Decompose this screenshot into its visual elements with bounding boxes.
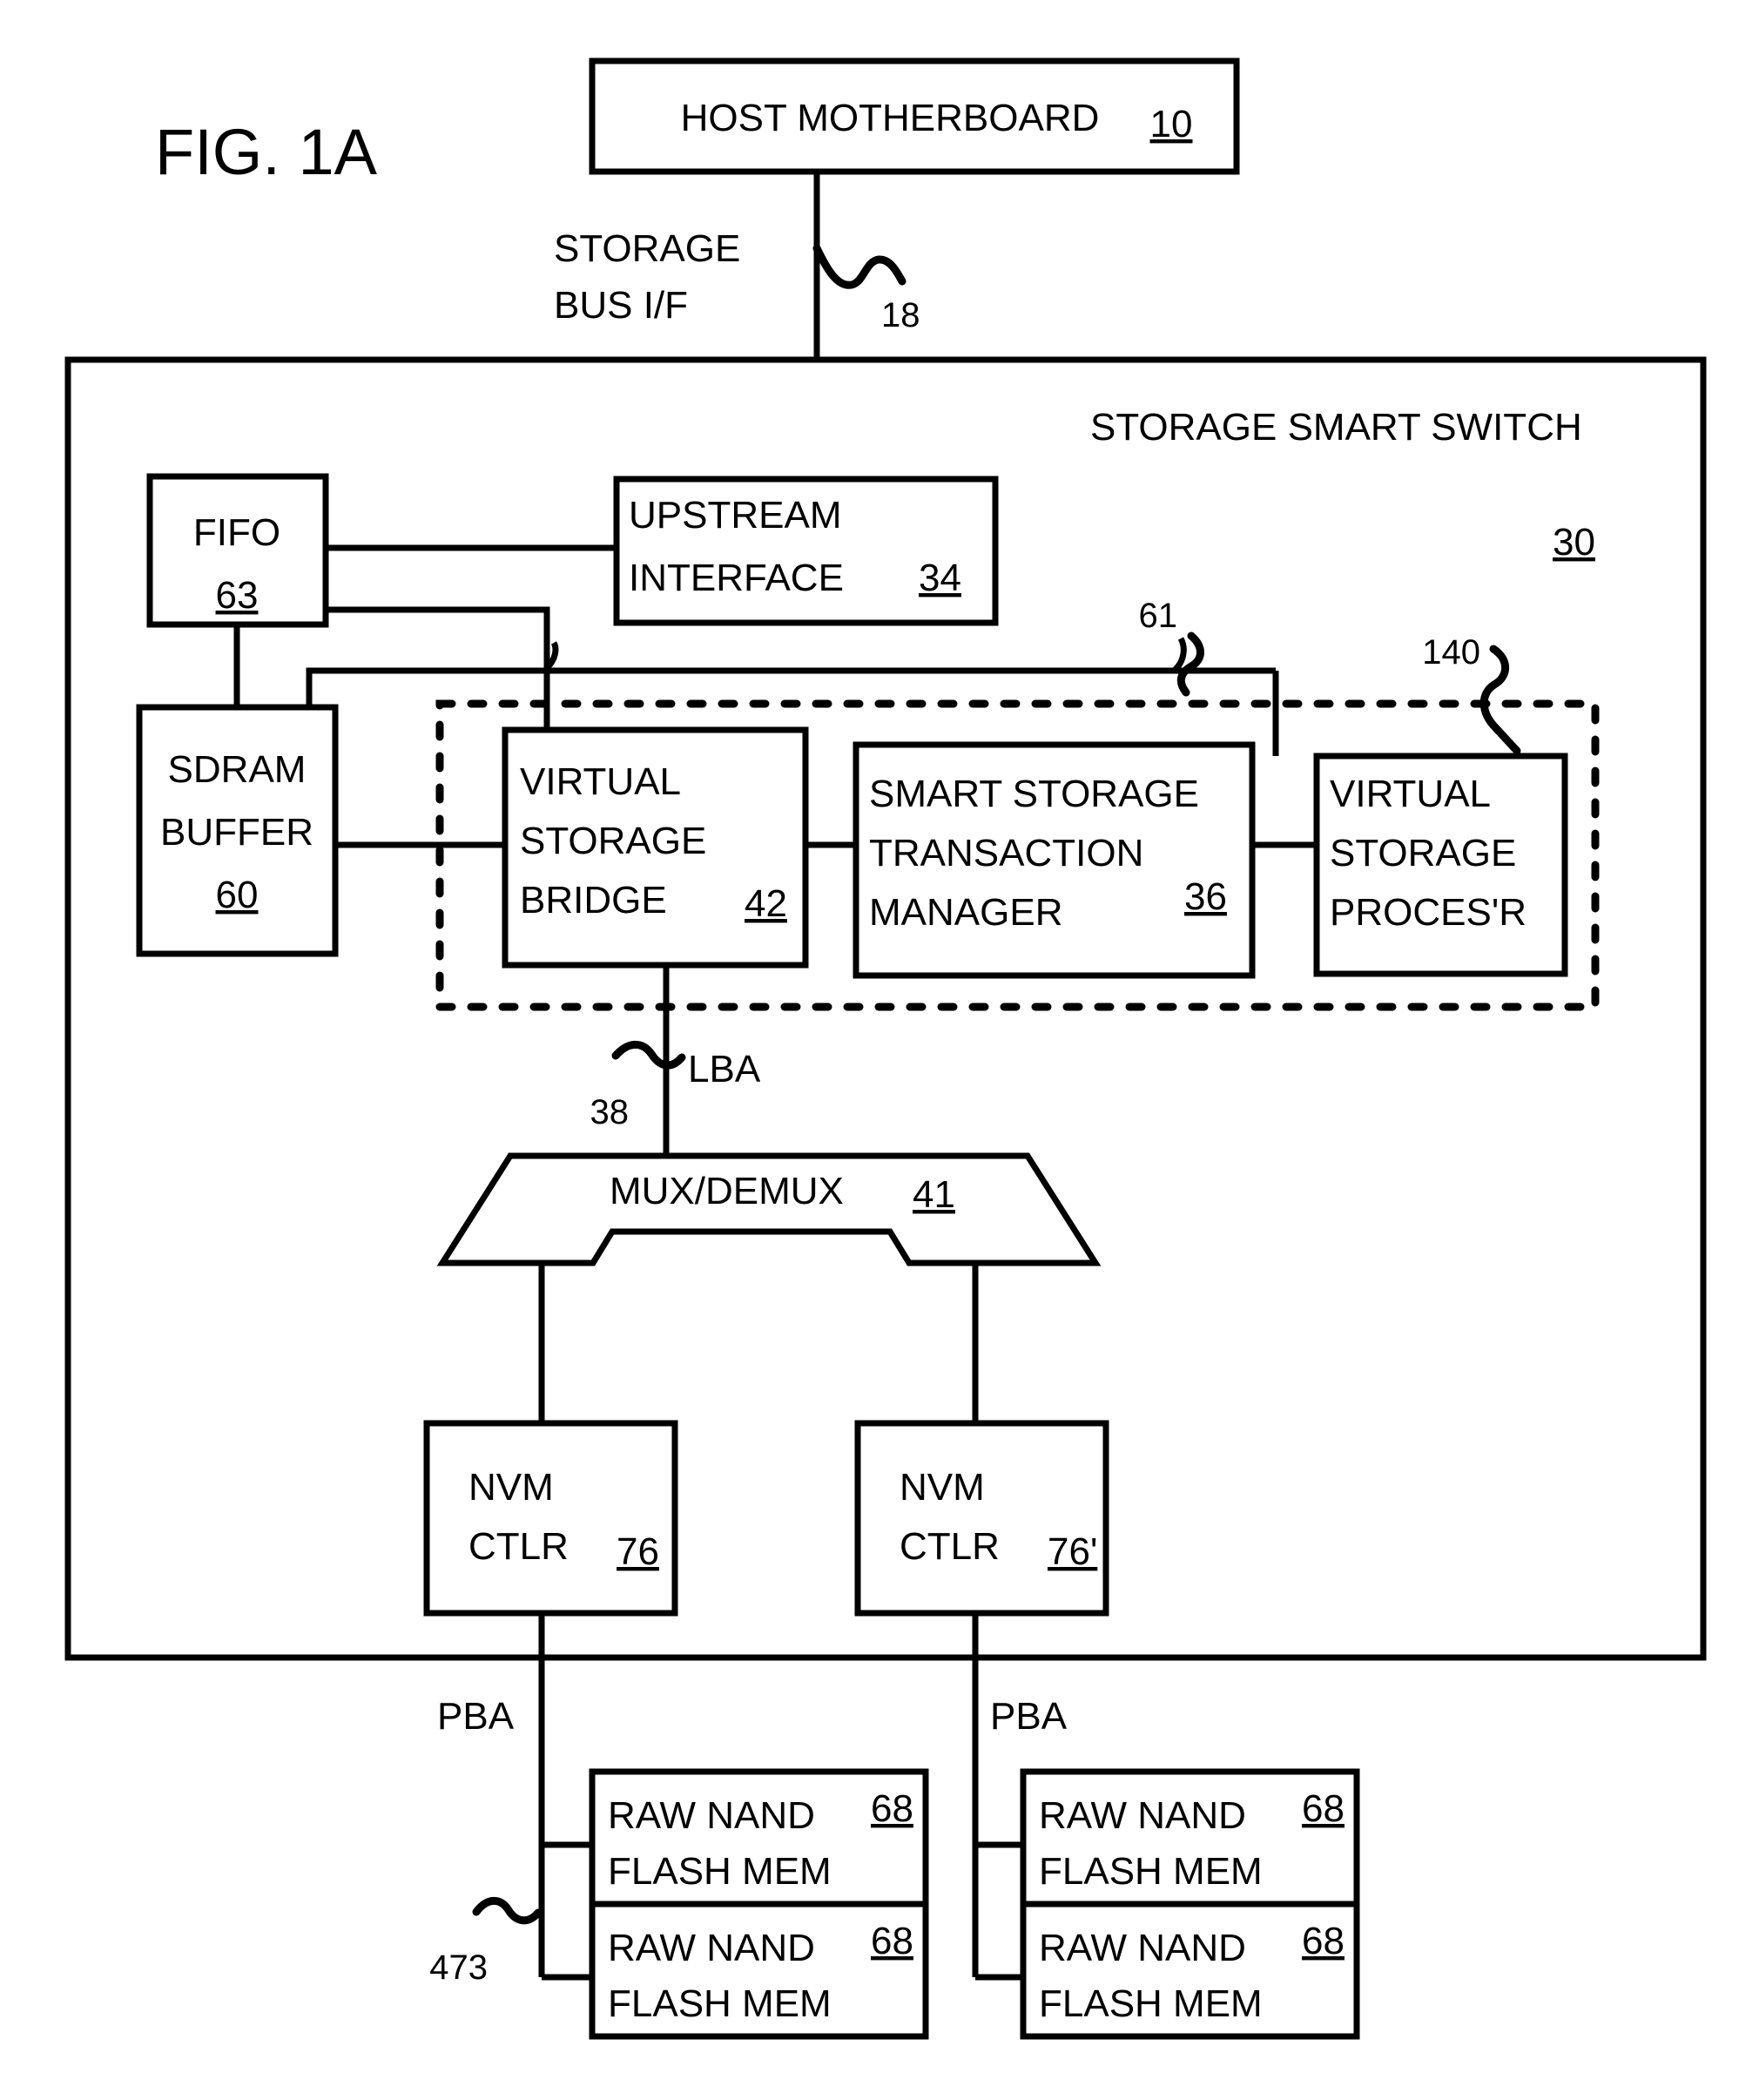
storage-smart-switch-title: STORAGE SMART SWITCH bbox=[1090, 406, 1582, 449]
sstm-line2: TRANSACTION bbox=[869, 832, 1143, 874]
figure-label: FIG. 1A bbox=[155, 116, 378, 188]
host-motherboard-title: HOST MOTHERBOARD bbox=[681, 97, 1100, 139]
nvm-ctlr-right-line1: NVM bbox=[900, 1466, 985, 1509]
nvm-ctlr-left-box bbox=[423, 1420, 678, 1617]
raw-nand-right-1-ref: 68 bbox=[1302, 1787, 1345, 1830]
storage-bus-if-label-line2: BUS I/F bbox=[554, 284, 688, 327]
nvm-ctlr-left-line2: CTLR bbox=[468, 1525, 569, 1568]
vsp-line2: STORAGE bbox=[1330, 832, 1516, 874]
raw-nand-left-2-ref: 68 bbox=[871, 1920, 913, 1962]
bus-140-label: 140 bbox=[1422, 633, 1480, 672]
sstm-line1: SMART STORAGE bbox=[869, 773, 1199, 815]
upstream-interface-line1: UPSTREAM bbox=[629, 494, 841, 537]
raw-nand-left-1-line2: FLASH MEM bbox=[608, 1850, 832, 1893]
patent-figure-page: FIG. 1A HOST MOTHERBOARD 10 STORAGE BUS … bbox=[0, 0, 1759, 2100]
raw-nand-right-2-ref: 68 bbox=[1302, 1920, 1345, 1962]
mux-demux-ref: 41 bbox=[913, 1173, 955, 1216]
bus-18-squiggle-icon bbox=[812, 244, 906, 289]
raw-nand-left-2-line1: RAW NAND bbox=[608, 1927, 815, 1969]
upstream-interface-ref: 34 bbox=[919, 557, 961, 599]
pba-left-label: PBA bbox=[437, 1695, 515, 1738]
sdram-buffer-line1: SDRAM bbox=[168, 748, 307, 791]
vsp-line3: PROCES'R bbox=[1330, 891, 1526, 934]
lba-ref-number: 38 bbox=[590, 1093, 630, 1131]
storage-bus-if-label-line1: STORAGE bbox=[554, 227, 740, 270]
upstream-interface-line2: INTERFACE bbox=[629, 557, 844, 599]
raw-nand-right-2-line2: FLASH MEM bbox=[1039, 1982, 1263, 2025]
raw-nand-left-2-line2: FLASH MEM bbox=[608, 1982, 832, 2025]
sdram-buffer-ref: 60 bbox=[216, 874, 259, 916]
sstm-line3: MANAGER bbox=[869, 891, 1062, 934]
storage-smart-switch-block-diagram: FIG. 1A HOST MOTHERBOARD 10 STORAGE BUS … bbox=[64, 57, 1707, 2040]
lba-label: LBA bbox=[688, 1048, 761, 1091]
nvm-ctlr-right-box bbox=[854, 1420, 1109, 1617]
bus-61-label: 61 bbox=[1139, 597, 1178, 635]
virtual-storage-bridge-line3: BRIDGE bbox=[520, 879, 667, 922]
raw-nand-right-1-line2: FLASH MEM bbox=[1039, 1850, 1263, 1893]
fifo-ref: 63 bbox=[216, 574, 259, 617]
virtual-storage-bridge-line2: STORAGE bbox=[520, 820, 706, 862]
nvm-ctlr-right-ref: 76' bbox=[1048, 1530, 1097, 1573]
raw-nand-right-1-line1: RAW NAND bbox=[1039, 1794, 1246, 1837]
nand-bus-473-label: 473 bbox=[429, 1948, 488, 1987]
sstm-ref: 36 bbox=[1184, 875, 1227, 918]
nvm-ctlr-left-ref: 76 bbox=[617, 1530, 659, 1573]
raw-nand-left-1-ref: 68 bbox=[871, 1787, 913, 1830]
nvm-ctlr-right-line2: CTLR bbox=[900, 1525, 1000, 1568]
nvm-ctlr-left-line1: NVM bbox=[468, 1466, 554, 1509]
raw-nand-left-1-line1: RAW NAND bbox=[608, 1794, 815, 1837]
mux-demux-title: MUX/DEMUX bbox=[610, 1170, 844, 1212]
virtual-storage-bridge-line1: VIRTUAL bbox=[520, 760, 681, 803]
virtual-storage-bridge-ref: 42 bbox=[745, 882, 787, 925]
storage-smart-switch-ref: 30 bbox=[1553, 521, 1595, 564]
pba-right-label: PBA bbox=[990, 1695, 1068, 1738]
vsp-line1: VIRTUAL bbox=[1330, 773, 1491, 815]
raw-nand-right-2-line1: RAW NAND bbox=[1039, 1927, 1246, 1969]
fifo-title: FIFO bbox=[193, 511, 280, 554]
host-motherboard-ref: 10 bbox=[1150, 103, 1193, 145]
storage-bus-ref-number: 18 bbox=[881, 296, 920, 334]
sdram-buffer-line2: BUFFER bbox=[160, 811, 313, 854]
nand-bus-473-squiggle-icon bbox=[472, 1896, 543, 1925]
